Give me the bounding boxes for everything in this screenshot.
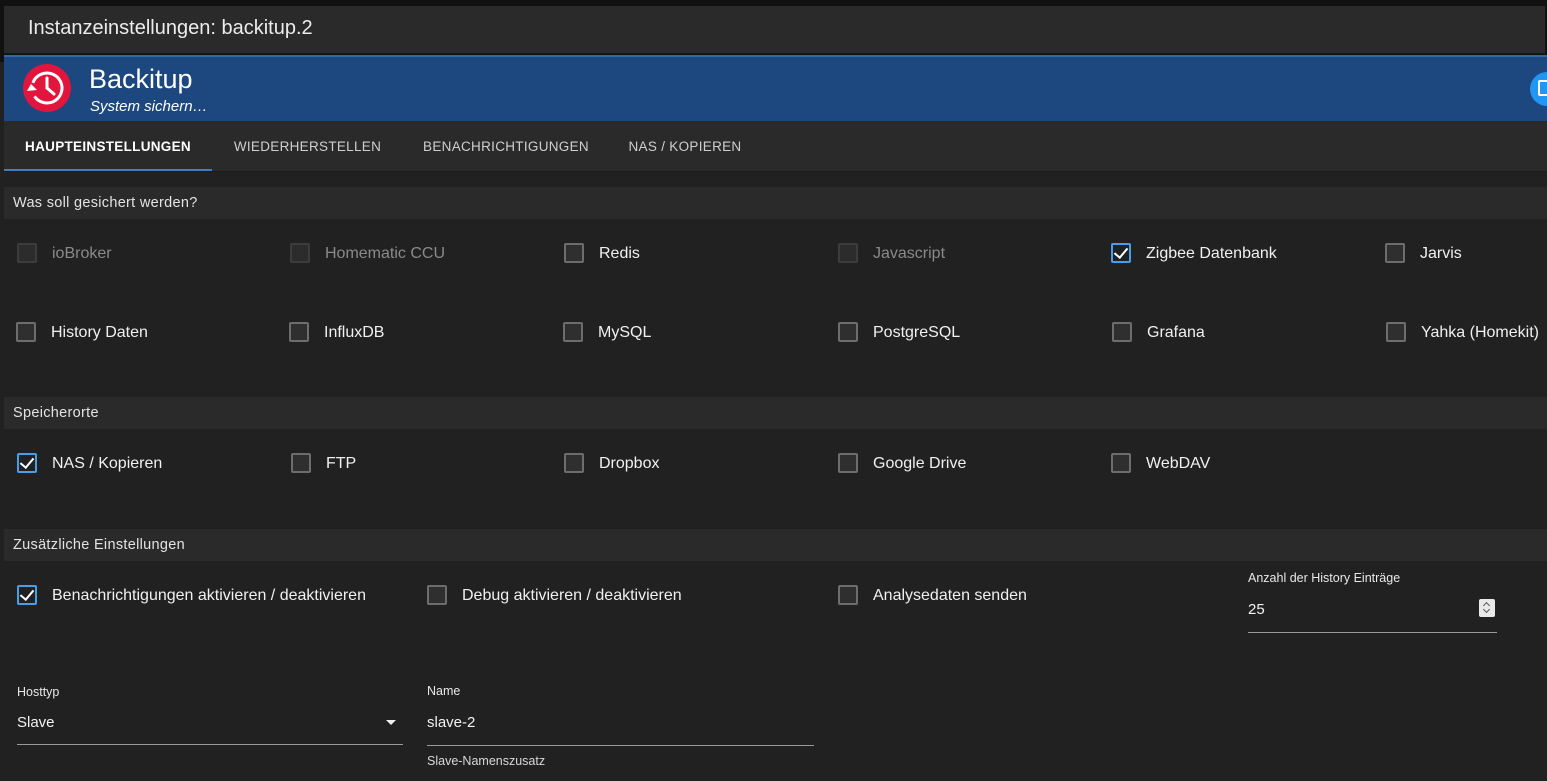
hosttype-value: Slave — [17, 714, 55, 731]
document-icon — [1538, 80, 1547, 96]
field-underline — [427, 745, 814, 746]
help-button[interactable] — [1530, 72, 1547, 106]
field-underline — [1248, 632, 1497, 633]
section-header-storage: Speicherorte — [4, 397, 1547, 429]
checkmark-icon — [19, 453, 35, 470]
window-title: Instanzeinstellungen: backitup.2 — [28, 17, 313, 39]
active-tab-indicator — [4, 169, 212, 171]
name-label: Name — [427, 684, 461, 698]
tab-haupteinstellungen[interactable]: HAUPTEINSTELLUNGEN — [4, 121, 212, 171]
section-title: Zusätzliche Einstellungen — [13, 537, 185, 553]
hosttype-select[interactable]: Hosttyp Slave — [17, 685, 403, 747]
name-helper-text: Slave-Namenszusatz — [427, 754, 546, 768]
dropdown-arrow-icon[interactable] — [386, 720, 396, 725]
section-title: Was soll gesichert werden? — [13, 195, 198, 211]
checkmark-icon — [19, 585, 35, 602]
tab-nas-kopieren[interactable]: NAS / KOPIEREN — [609, 121, 761, 171]
section-header-extra: Zusätzliche Einstellungen — [4, 529, 1547, 561]
section-title: Speicherorte — [13, 405, 99, 421]
history-clock-icon — [23, 64, 71, 112]
app-name: Backitup — [89, 64, 193, 94]
section-header-backup-what: Was soll gesichert werden? — [4, 187, 1547, 219]
title-panel: Instanzeinstellungen: backitup.2 — [4, 6, 1545, 54]
field-underline — [17, 744, 403, 745]
window-titlebar: Instanzeinstellungen: backitup.2 — [0, 0, 1547, 62]
history-count-field[interactable]: Anzahl der History Einträge 25 — [1248, 571, 1497, 633]
history-count-label: Anzahl der History Einträge — [1248, 571, 1401, 585]
adapter-banner: Backitup System sichern… — [4, 55, 1547, 121]
number-stepper-icon[interactable] — [1479, 599, 1495, 617]
app-subtitle: System sichern… — [90, 98, 208, 115]
tab-wiederherstellen[interactable]: WIEDERHERSTELLEN — [212, 121, 403, 171]
tab-bar: HAUPTEINSTELLUNGEN WIEDERHERSTELLEN BENA… — [4, 121, 1547, 172]
history-count-value[interactable]: 25 — [1248, 601, 1265, 618]
name-input[interactable]: slave-2 — [427, 714, 475, 731]
hosttype-label: Hosttyp — [17, 685, 60, 699]
checkmark-icon — [1113, 243, 1129, 260]
tab-benachrichtigungen[interactable]: BENACHRICHTIGUNGEN — [403, 121, 609, 171]
name-field[interactable]: Name slave-2 — [427, 684, 814, 746]
